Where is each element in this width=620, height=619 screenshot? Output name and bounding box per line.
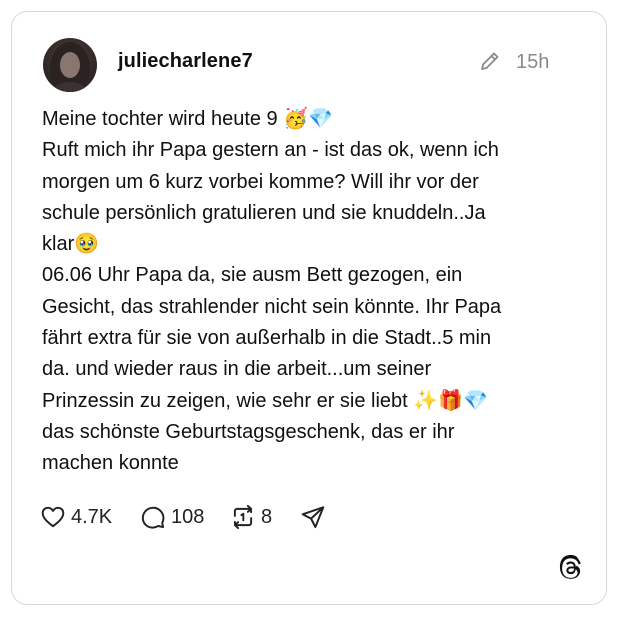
post-line: machen konnte (42, 452, 179, 475)
like-count: 4.7K (71, 505, 113, 528)
post-body: Meine tochter wird heute 9 🥳💎 Ruft mich … (42, 104, 582, 480)
pencil-icon[interactable] (479, 50, 501, 72)
post-line: Meine tochter wird heute 9 🥳💎 (42, 108, 334, 130)
heart-icon (41, 506, 65, 528)
post-line: fährt extra für sie von außerhalb in die… (42, 327, 492, 350)
post-line: Prinzessin zu zeigen, wie sehr er sie li… (42, 389, 488, 412)
repost-icon (233, 504, 253, 530)
repost-count: 8 (261, 505, 273, 528)
post-line: Ruft mich ihr Papa gestern an - ist das … (42, 139, 499, 162)
comment-icon (141, 506, 165, 529)
like-button[interactable]: 4.7K (40, 502, 112, 532)
post-line: da. und wieder raus in die arbeit...um s… (42, 358, 432, 381)
share-button[interactable] (300, 502, 326, 532)
threads-logo-icon (557, 555, 583, 581)
post-line: schule persönlich gratulieren und sie kn… (42, 201, 486, 224)
post-line: morgen um 6 kurz vorbei komme? Will ihr … (42, 170, 479, 193)
username[interactable]: juliecharlene7 (118, 50, 253, 73)
post-line: klar🥹 (42, 233, 100, 256)
avatar[interactable] (43, 38, 97, 92)
repost-button[interactable]: 8 (230, 502, 272, 532)
post-timestamp: 15h (516, 51, 550, 73)
post-line: 06.06 Uhr Papa da, sie ausm Bett gezogen… (42, 264, 463, 287)
reply-count: 108 (171, 505, 205, 528)
post-line: das schönste Geburtstagsgeschenk, das er… (42, 420, 455, 443)
post-line: Gesicht, das strahlender nicht sein könn… (42, 295, 502, 318)
reply-button[interactable]: 108 (140, 502, 204, 532)
send-icon (301, 506, 325, 529)
